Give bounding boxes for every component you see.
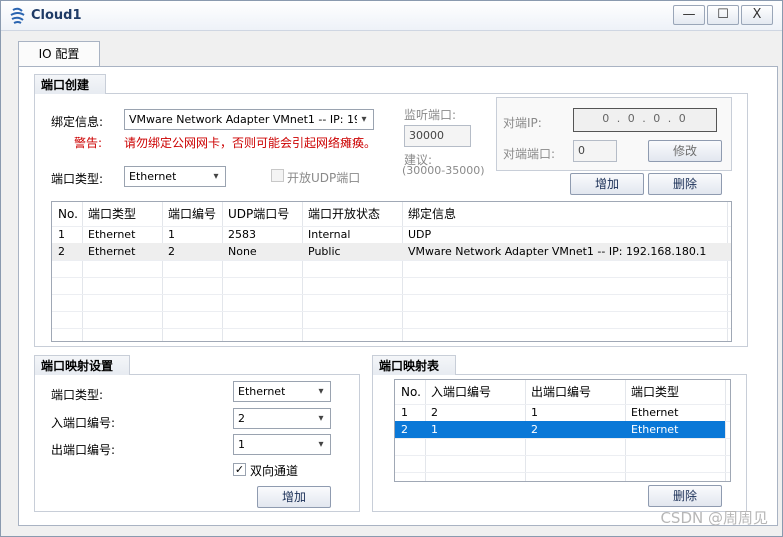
mapping-settings-label: 端口映射设置 [34,355,130,375]
port-table: No. 端口类型 端口编号 UDP端口号 端口开放状态 绑定信息 1 Ether… [51,201,732,342]
mapping-port-type-value: Ethernet [238,385,286,398]
chevron-down-icon: ▾ [318,386,324,397]
bidirectional-checkbox[interactable]: ✓ [233,463,246,476]
listen-port-label: 监听端口: [404,108,457,122]
maximize-button[interactable]: ☐ [707,5,739,25]
chevron-down-icon: ▾ [213,171,219,182]
cell: 2 [58,245,65,258]
column-header[interactable]: 入端口编号 [425,380,525,404]
out-port-value: 1 [238,438,245,451]
mapping-table-label: 端口映射表 [372,355,456,375]
cell: Ethernet [88,228,136,241]
column-header[interactable]: 绑定信息 [402,202,727,226]
cell: 1 [58,228,65,241]
delete-mapping-button[interactable]: 删除 [648,485,722,507]
cell: Ethernet [631,423,679,436]
cell: Internal [308,228,351,241]
cell: Ethernet [88,245,136,258]
udp-port-label: 开放UDP端口 [287,171,361,185]
suggest-range: (30000-35000) [402,164,485,177]
tab-io-config[interactable]: IO 配置 [18,41,100,67]
cell: 2 [431,406,438,419]
port-type-select[interactable]: Ethernet ▾ [124,166,226,187]
cell: 1 [401,406,408,419]
column-header[interactable]: No. [395,380,425,404]
table-row[interactable]: 1 Ethernet 1 2583 Internal UDP [52,226,731,243]
table-row-selected[interactable]: 2 1 2 Ethernet [395,421,725,438]
warning-text: 请勿绑定公网网卡，否则可能会引起网络瘫痪。 [124,136,377,150]
cell: Public [308,245,341,258]
close-button[interactable]: X [741,5,773,25]
cell: 2 [401,423,408,436]
cell: None [228,245,257,258]
column-header[interactable]: 端口开放状态 [302,202,402,226]
mapping-table: No. 入端口编号 出端口编号 端口类型 1 2 1 Ethernet 2 1 … [394,379,731,482]
out-port-select[interactable]: 1 ▾ [233,434,331,455]
mapping-table-header: No. 入端口编号 出端口编号 端口类型 [395,380,730,404]
table-row[interactable]: 1 2 1 Ethernet [395,404,730,421]
bind-info-select[interactable]: VMware Network Adapter VMnet1 -- IP: 192… [124,109,374,130]
cloud-app-icon [10,7,25,24]
listen-port-input[interactable]: 30000 [404,125,471,147]
in-port-label: 入端口编号: [51,416,116,430]
mapping-port-type-label: 端口类型: [51,388,104,402]
cell: Ethernet [631,406,679,419]
cell: UDP [408,228,432,241]
cell: 1 [168,228,175,241]
chevron-down-icon: ▾ [318,439,324,450]
add-port-button[interactable]: 增加 [570,173,644,195]
port-type-label: 端口类型: [51,172,104,186]
title-bar[interactable]: Cloud1 — ☐ X [1,1,782,31]
udp-port-checkbox[interactable] [271,169,284,182]
chevron-down-icon: ▾ [318,413,324,424]
column-header[interactable]: No. [52,202,82,226]
mapping-port-type-select[interactable]: Ethernet ▾ [233,381,331,402]
cell: 2583 [228,228,256,241]
port-table-header: No. 端口类型 端口编号 UDP端口号 端口开放状态 绑定信息 [52,202,731,226]
cell: 1 [531,406,538,419]
peer-port-input[interactable]: 0 [573,140,617,162]
modify-button[interactable]: 修改 [648,140,722,162]
cell: VMware Network Adapter VMnet1 -- IP: 192… [408,245,707,258]
column-header[interactable]: 端口编号 [162,202,222,226]
cell: 2 [531,423,538,436]
cell: 2 [168,245,175,258]
watermark: CSDN @周周见 [660,509,768,527]
bind-info-label: 绑定信息: [51,115,104,129]
peer-ip-input[interactable]: 0 . 0 . 0 . 0 [573,108,717,132]
peer-ip-label: 对端IP: [503,116,542,130]
column-header[interactable]: UDP端口号 [222,202,302,226]
table-row[interactable]: 2 Ethernet 2 None Public VMware Network … [52,243,731,260]
chevron-down-icon: ▾ [361,114,367,125]
bidirectional-label: 双向通道 [250,464,299,478]
column-header[interactable]: 端口类型 [625,380,725,404]
column-header[interactable]: 出端口编号 [525,380,625,404]
in-port-select[interactable]: 2 ▾ [233,408,331,429]
bind-info-value: VMware Network Adapter VMnet1 -- IP: 192… [129,113,357,126]
minimize-icon: — [682,7,696,22]
add-mapping-button[interactable]: 增加 [257,486,331,508]
maximize-icon: ☐ [717,7,729,22]
warning-label: 警告: [74,136,103,150]
cell: 1 [431,423,438,436]
minimize-button[interactable]: — [673,5,705,25]
in-port-value: 2 [238,412,245,425]
out-port-label: 出端口编号: [51,443,116,457]
delete-port-button[interactable]: 删除 [648,173,722,195]
column-header[interactable]: 端口类型 [82,202,162,226]
window-title: Cloud1 [31,8,82,23]
cloud-window: Cloud1 — ☐ X IO 配置 端口创建 绑定信息: VMware Net… [0,0,783,537]
checkmark-icon: ✓ [234,463,245,476]
peer-port-label: 对端端口: [503,147,556,161]
port-type-value: Ethernet [129,170,177,183]
port-create-label: 端口创建 [34,74,106,94]
close-icon: X [752,7,762,22]
